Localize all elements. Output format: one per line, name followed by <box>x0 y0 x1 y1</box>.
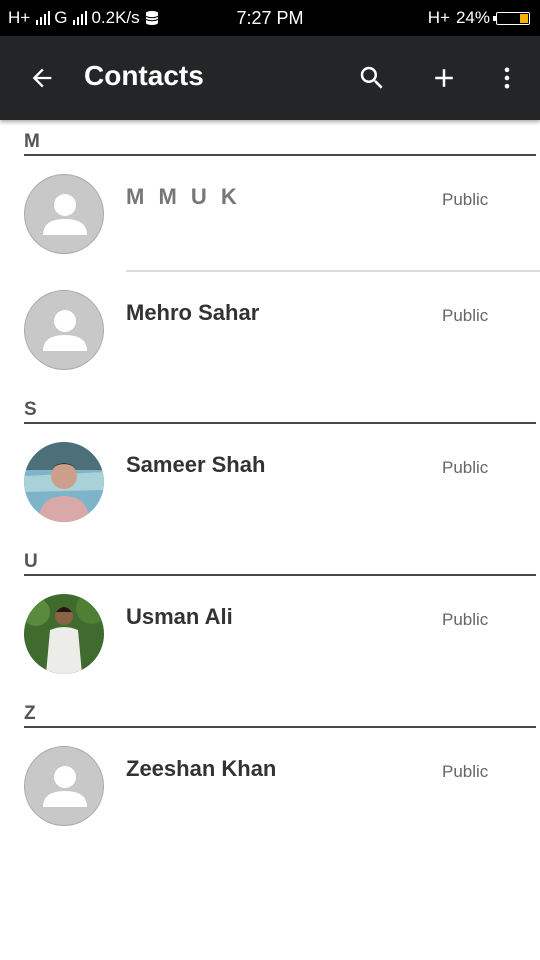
contact-row[interactable]: Sameer Shah Public <box>0 424 540 540</box>
section-letter: U <box>24 551 38 572</box>
contact-name: Sameer Shah <box>126 452 266 477</box>
contact-row[interactable]: Usman Ali Public <box>0 576 540 692</box>
contact-visibility: Public <box>442 190 489 209</box>
contact-row[interactable]: M M U K Public <box>0 156 540 272</box>
contact-visibility: Public <box>442 306 489 325</box>
network-type-right: H+ <box>427 8 450 27</box>
contact-visibility: Public <box>442 610 489 629</box>
status-bar: H+ G 0.2K/s 7:27 PM H+ 24% <box>0 0 540 36</box>
contact-visibility: Public <box>442 458 489 477</box>
status-right: H+ 24% <box>428 8 530 28</box>
avatar-placeholder-icon <box>24 290 104 370</box>
section-header-u: U <box>0 540 540 576</box>
section-header-m: M <box>0 120 540 156</box>
avatar-placeholder-icon <box>24 174 104 254</box>
contact-list: M M M U K Public Mehro Sahar Public S Sa… <box>0 120 540 844</box>
battery-percent: 24% <box>455 8 490 27</box>
contact-name: Usman Ali <box>126 604 233 629</box>
back-arrow-icon[interactable] <box>22 58 62 98</box>
section-letter: S <box>24 399 37 420</box>
contact-row[interactable]: Mehro Sahar Public <box>0 272 540 388</box>
avatar-photo <box>24 594 104 674</box>
app-bar: Contacts <box>0 36 540 120</box>
section-header-s: S <box>0 388 540 424</box>
more-vert-icon[interactable] <box>487 58 527 98</box>
battery-icon <box>493 11 530 25</box>
section-header-z: Z <box>0 692 540 728</box>
page-title: Contacts <box>84 60 204 91</box>
contact-name: Zeeshan Khan <box>126 756 277 781</box>
add-icon[interactable] <box>424 58 464 98</box>
contact-visibility: Public <box>442 762 489 781</box>
avatar-photo <box>24 442 104 522</box>
contact-name: Mehro Sahar <box>126 300 260 325</box>
contact-row[interactable]: Zeeshan Khan Public <box>0 728 540 844</box>
search-icon[interactable] <box>352 58 392 98</box>
avatar-placeholder-icon <box>24 746 104 826</box>
contact-name: M M U K <box>126 184 241 209</box>
section-letter: M <box>24 131 40 152</box>
section-letter: Z <box>24 703 36 724</box>
